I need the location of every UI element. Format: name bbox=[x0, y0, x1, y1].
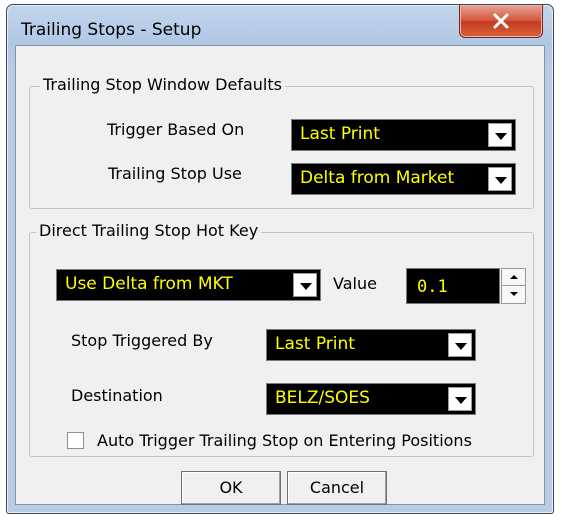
ok-button[interactable]: OK bbox=[181, 471, 281, 505]
close-button[interactable] bbox=[459, 5, 543, 38]
defaults-group-legend: Trailing Stop Window Defaults bbox=[40, 75, 285, 94]
destination-label: Destination bbox=[71, 386, 163, 405]
chevron-down-icon[interactable] bbox=[448, 387, 472, 411]
auto-trigger-label[interactable]: Auto Trigger Trailing Stop on Entering P… bbox=[97, 431, 472, 450]
chevron-down-icon[interactable] bbox=[488, 123, 512, 147]
chevron-down-icon[interactable] bbox=[488, 167, 512, 191]
stop-triggered-by-value: Last Print bbox=[275, 334, 355, 354]
chevron-down-icon[interactable] bbox=[448, 333, 472, 357]
stop-triggered-by-label: Stop Triggered By bbox=[71, 331, 213, 350]
auto-trigger-checkbox[interactable] bbox=[67, 432, 84, 449]
dialog-body: Trailing Stop Window Defaults Trigger Ba… bbox=[15, 45, 545, 505]
value-input[interactable]: 0.1 bbox=[406, 268, 500, 304]
dialog-window: Trailing Stops - Setup Trailing Stop Win… bbox=[6, 4, 554, 514]
hotkey-mode-value: Use Delta from MKT bbox=[65, 274, 233, 294]
chevron-down-icon[interactable] bbox=[293, 273, 317, 297]
value-label: Value bbox=[333, 274, 377, 293]
close-x-icon bbox=[493, 13, 509, 29]
trailing-stop-use-label: Trailing Stop Use bbox=[108, 164, 242, 183]
value-spinner[interactable] bbox=[501, 268, 526, 304]
trigger-based-on-value: Last Print bbox=[300, 124, 380, 144]
value-input-text: 0.1 bbox=[417, 277, 448, 297]
trailing-stop-use-value: Delta from Market bbox=[300, 168, 455, 188]
spin-down-icon[interactable] bbox=[502, 286, 525, 303]
trigger-based-on-label: Trigger Based On bbox=[107, 120, 245, 139]
hotkey-group-legend: Direct Trailing Stop Hot Key bbox=[36, 221, 262, 240]
spin-up-icon[interactable] bbox=[502, 269, 525, 286]
cancel-button[interactable]: Cancel bbox=[287, 471, 387, 505]
stop-triggered-by-select[interactable]: Last Print bbox=[266, 329, 476, 361]
trailing-stop-use-select[interactable]: Delta from Market bbox=[291, 163, 516, 195]
trigger-based-on-select[interactable]: Last Print bbox=[291, 119, 516, 151]
window-title: Trailing Stops - Setup bbox=[21, 20, 202, 40]
destination-value: BELZ/SOES bbox=[275, 388, 370, 408]
hotkey-mode-select[interactable]: Use Delta from MKT bbox=[56, 269, 321, 301]
destination-select[interactable]: BELZ/SOES bbox=[266, 383, 476, 415]
